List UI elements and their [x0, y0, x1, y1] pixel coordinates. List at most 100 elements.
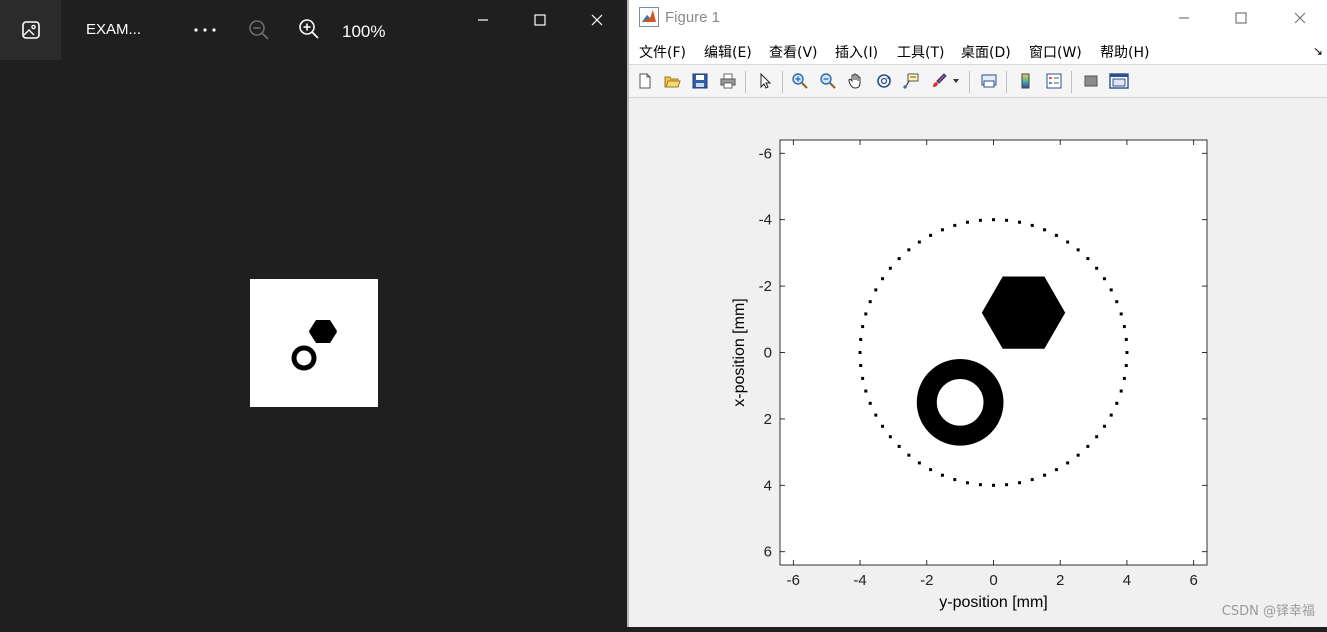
circle-dot — [907, 248, 911, 252]
zoom-out-button[interactable] — [246, 17, 272, 43]
close-button[interactable] — [577, 8, 617, 32]
x-tick-label: 2 — [1056, 572, 1064, 589]
circle-dot — [1066, 461, 1070, 465]
data-cursor-button[interactable] — [899, 70, 923, 92]
zoom-out-tool-button[interactable] — [816, 70, 840, 92]
menu-file[interactable]: 文件(F) — [639, 42, 686, 62]
close-icon — [1294, 12, 1306, 24]
circle-dot — [897, 444, 901, 448]
circle-dot — [864, 389, 868, 393]
axes-box — [779, 139, 1208, 566]
circle-dot — [953, 478, 957, 482]
minimize-icon — [1179, 17, 1189, 19]
menu-view[interactable]: 查看(V) — [769, 42, 818, 62]
brush-button[interactable] — [927, 70, 951, 92]
photos-viewer-window: EXAM... 100% — [0, 0, 627, 627]
menu-edit[interactable]: 编辑(E) — [704, 42, 752, 62]
circle-dot — [897, 257, 901, 261]
circle-dot — [1086, 444, 1090, 448]
save-icon — [692, 73, 708, 89]
hide-plot-tools-button[interactable] — [1079, 70, 1103, 92]
figure-title: Figure 1 — [665, 9, 721, 26]
circle-dot — [874, 288, 878, 292]
matlab-icon — [639, 7, 659, 27]
plot-area: -6 -4 -2 0 2 4 6 -6 -4 -2 0 2 4 6 y-position [mm] x-p… — [629, 99, 1327, 627]
y-tick-label: 0 — [764, 345, 772, 362]
image-canvas[interactable] — [250, 279, 378, 407]
circle-dot — [1102, 277, 1106, 281]
circle-dot — [1005, 218, 1009, 222]
circle-dot — [978, 218, 982, 222]
axes-plot[interactable]: -6 -4 -2 0 2 4 6 -6 -4 -2 0 2 4 6 y-position [mm] x-p… — [629, 99, 1327, 627]
x-tick-label: -6 — [787, 572, 800, 589]
open-file-button[interactable] — [660, 70, 684, 92]
zoom-level[interactable]: 100% — [342, 22, 385, 42]
circle-dot — [917, 240, 921, 244]
maximize-button[interactable] — [520, 8, 560, 32]
hand-icon — [848, 73, 861, 89]
circle-dot — [1043, 473, 1047, 477]
circle-dot — [1043, 228, 1047, 232]
photos-app-button[interactable] — [0, 0, 61, 60]
show-plot-tools-icon — [1109, 73, 1129, 89]
circle-dot — [1018, 481, 1022, 485]
rotate-3d-button[interactable] — [872, 70, 896, 92]
zoom-in-button[interactable] — [296, 16, 322, 42]
save-button[interactable] — [688, 70, 712, 92]
minimize-button[interactable] — [463, 8, 503, 32]
figure-maximize-button[interactable] — [1221, 6, 1261, 30]
watermark: CSDN @铎幸福 — [1221, 604, 1315, 619]
y-tick-label: -4 — [759, 212, 772, 229]
circle-dot — [1054, 468, 1058, 472]
circle-dot — [1115, 401, 1119, 405]
circle-dot — [888, 435, 892, 439]
zoom-in-tool-button[interactable] — [788, 70, 812, 92]
circle-dot — [859, 337, 863, 341]
circle-dot — [992, 218, 995, 222]
circle-dot — [859, 364, 863, 368]
y-tick-label: 2 — [764, 411, 772, 428]
circle-dot — [1095, 435, 1099, 439]
new-figure-button[interactable] — [633, 70, 657, 92]
menu-window[interactable]: 窗口(W) — [1029, 42, 1082, 62]
menu-help[interactable]: 帮助(H) — [1100, 42, 1149, 62]
legend-button[interactable] — [1042, 70, 1066, 92]
zoom-in-icon — [792, 73, 808, 89]
figure-menubar: 文件(F) 编辑(E) 查看(V) 插入(I) 工具(T) 桌面(D) 窗口(W… — [629, 36, 1327, 65]
colorbar-button[interactable] — [1014, 70, 1038, 92]
circle-dot — [940, 228, 944, 232]
rotate-3d-icon — [877, 74, 891, 88]
menu-insert[interactable]: 插入(I) — [835, 42, 878, 62]
link-plot-button[interactable] — [977, 70, 1001, 92]
menubar-dock-icon[interactable]: ↘ — [1313, 44, 1323, 58]
circle-dot — [881, 277, 885, 281]
circle-dot — [1115, 300, 1119, 304]
arrow-pointer-icon — [760, 72, 772, 89]
edit-plot-button[interactable] — [753, 70, 777, 92]
circle-dot — [1030, 478, 1034, 482]
y-tick-label: -6 — [759, 145, 772, 162]
toolbar-separator — [1071, 71, 1072, 93]
maximize-icon — [534, 14, 546, 26]
circle-dot — [907, 453, 911, 457]
more-button[interactable] — [190, 16, 220, 44]
circle-dot — [1076, 248, 1080, 252]
show-plot-tools-button[interactable] — [1107, 70, 1131, 92]
more-icon — [194, 28, 216, 32]
figure-close-button[interactable] — [1280, 6, 1320, 30]
toolbar-separator — [969, 71, 970, 93]
hide-plot-tools-icon — [1084, 75, 1098, 87]
pan-button[interactable] — [844, 70, 868, 92]
toolbar-separator — [745, 71, 746, 93]
zoom-out-icon — [249, 20, 269, 40]
brush-icon — [933, 73, 947, 87]
brush-dropdown[interactable] — [950, 70, 962, 92]
photos-app-icon — [21, 21, 40, 39]
y-tick-label: 6 — [764, 544, 772, 561]
menu-tools[interactable]: 工具(T) — [897, 42, 944, 62]
toolbar-separator — [782, 71, 783, 93]
chevron-down-icon — [953, 79, 959, 83]
figure-minimize-button[interactable] — [1164, 6, 1204, 30]
menu-desktop[interactable]: 桌面(D) — [961, 42, 1011, 62]
print-button[interactable] — [716, 70, 740, 92]
